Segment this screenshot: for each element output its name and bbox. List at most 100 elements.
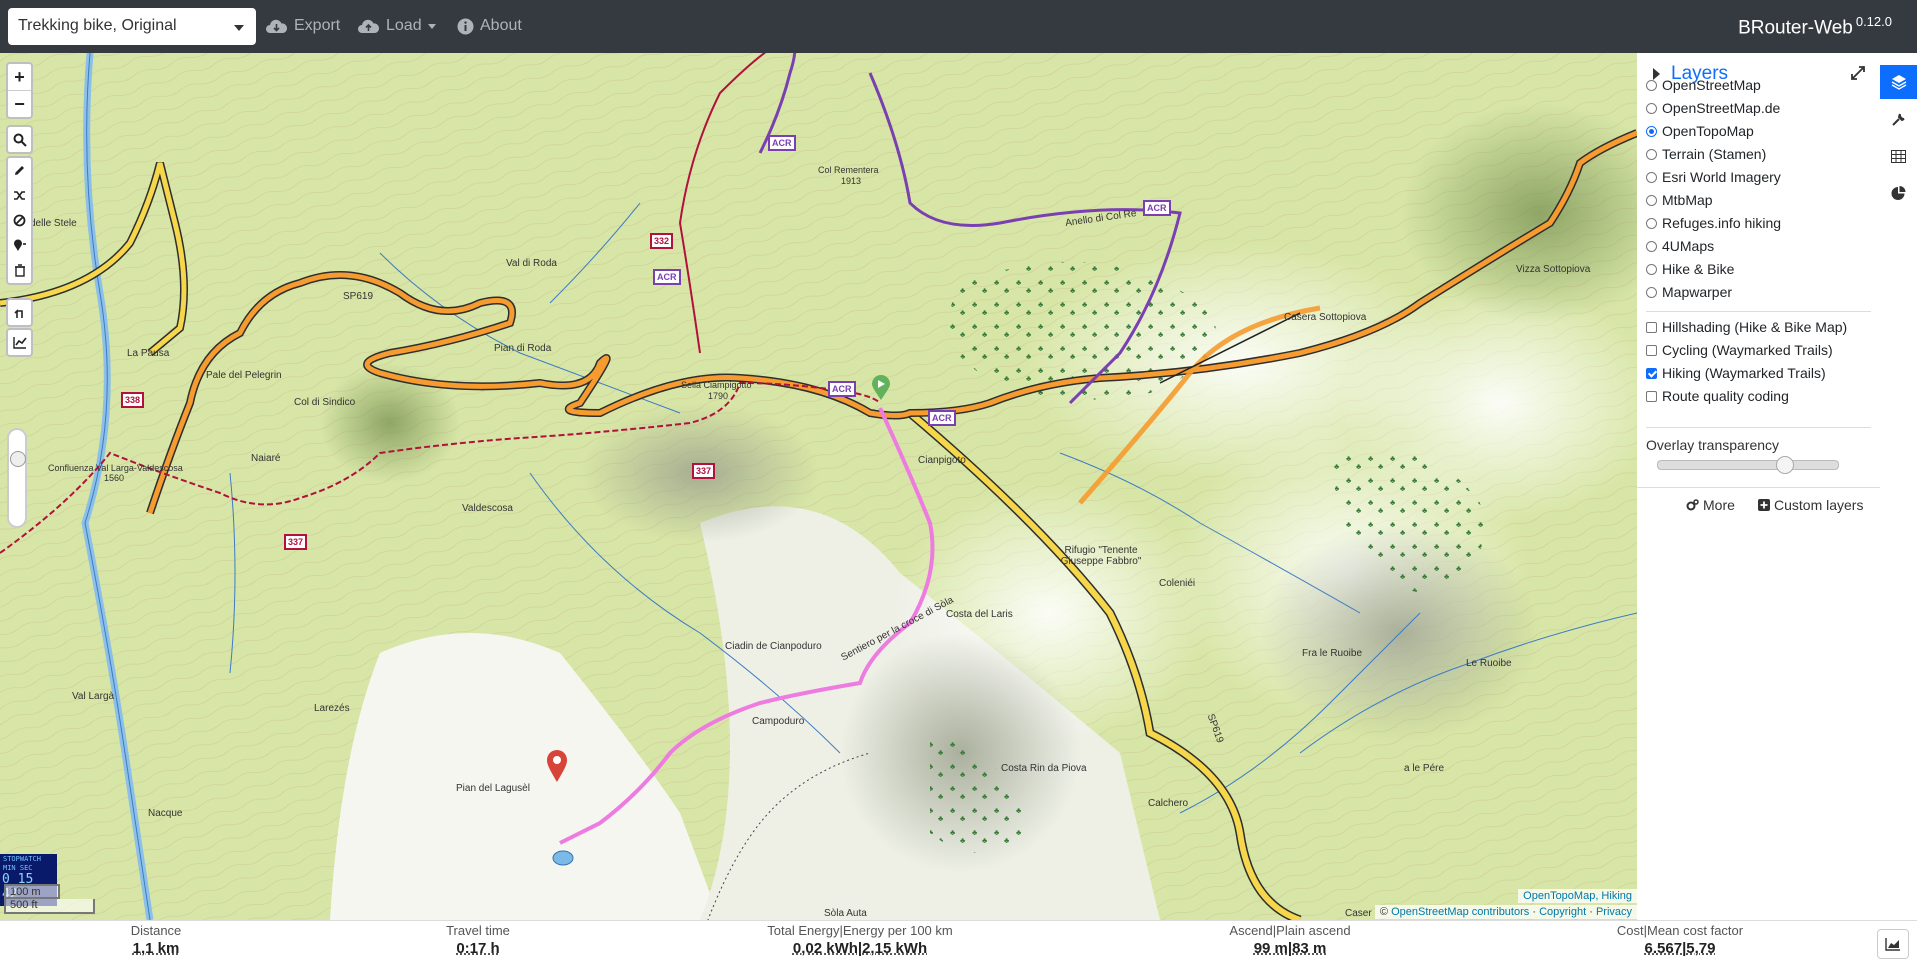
about-label: About — [480, 17, 522, 34]
map-label-le-ruoibe: Le Ruoibe — [1466, 658, 1512, 669]
map-canvas[interactable]: ♣ ♣ — [0, 53, 1637, 920]
area-chart-icon — [1885, 938, 1900, 951]
overlay-option-route-quality[interactable]: Route quality coding — [1646, 387, 1789, 405]
map-label-pian-di-roda: Pian di Roda — [494, 343, 552, 354]
layer-option-4umaps[interactable]: 4UMaps — [1646, 237, 1714, 255]
route-shield-337: 337 — [692, 463, 716, 479]
overlay-option-hiking[interactable]: Hiking (Waymarked Trails) — [1646, 364, 1826, 382]
custom-layers-button[interactable]: Custom layers — [1758, 497, 1863, 513]
overlay-label: Hillshading (Hike & Bike Map) — [1662, 319, 1848, 335]
radio-button[interactable] — [1646, 102, 1657, 114]
overlay-option-cycling[interactable]: Cycling (Waymarked Trails) — [1646, 341, 1833, 359]
layer-option-mapwarper[interactable]: Mapwarper — [1646, 283, 1732, 301]
cloud-upload-icon — [358, 19, 380, 33]
zoom-control: + − — [6, 62, 33, 119]
no-go-area-button[interactable] — [8, 208, 31, 233]
layer-label: Mapwarper — [1662, 284, 1733, 300]
reverse-button[interactable] — [8, 300, 31, 325]
expand-icon[interactable] — [1850, 65, 1866, 81]
attribution-opentopomap-link[interactable]: OpenTopoMap, Hiking — [1523, 890, 1632, 902]
more-layers-button[interactable]: More — [1686, 497, 1735, 513]
search-button[interactable] — [8, 127, 31, 152]
profile-select-value: Trekking bike, Original — [18, 17, 177, 34]
elevation-chart-button[interactable] — [8, 330, 31, 355]
map-label-confluenza: Confluenza Val Larga-Valdescosa — [48, 463, 183, 473]
layer-option-esri-world-imagery[interactable]: Esri World Imagery — [1646, 168, 1781, 186]
opacity-slider-vertical[interactable] — [7, 428, 27, 528]
map-label-naiare: Naiaré — [251, 453, 281, 464]
radio-button[interactable] — [1646, 286, 1657, 298]
map-label-sella-ciampigotto: Sella Ciampigotto — [681, 380, 752, 390]
draw-route-button[interactable] — [8, 158, 31, 183]
privacy-link[interactable]: Privacy — [1596, 906, 1632, 918]
overlay-option-hillshading[interactable]: Hillshading (Hike & Bike Map) — [1646, 318, 1847, 336]
tab-analysis[interactable] — [1880, 176, 1917, 210]
radio-button[interactable] — [1646, 217, 1657, 229]
map-label-vizza-sottopiova: Vizza Sottopiova — [1516, 264, 1591, 275]
radio-button[interactable] — [1646, 171, 1657, 183]
osm-contributors-link[interactable]: OpenStreetMap contributors — [1391, 906, 1529, 918]
checkbox[interactable] — [1646, 390, 1657, 402]
radio-button[interactable] — [1646, 194, 1657, 206]
topo-map-background: ♣ ♣ — [0, 53, 1637, 920]
layer-option-openstreetmap[interactable]: OpenStreetMap — [1646, 76, 1761, 94]
map-label-ciadin: Ciadin de Cianpoduro — [725, 641, 822, 652]
mean-cost-factor-value: 5,79 — [1686, 940, 1716, 957]
stat-value: 0,02 kWh|2,15 kWh — [760, 940, 960, 957]
layer-option-refuges-info[interactable]: Refuges.info hiking — [1646, 214, 1781, 232]
map-label-coleniei: Coleniéi — [1159, 578, 1196, 589]
trash-icon — [14, 264, 25, 277]
copyright-link[interactable]: Copyright — [1539, 906, 1586, 918]
tab-profile-settings[interactable] — [1880, 102, 1917, 136]
about-link[interactable]: About — [457, 14, 522, 38]
elevation-toggle-button[interactable] — [1877, 929, 1909, 959]
radio-button[interactable] — [1646, 79, 1657, 91]
profile-select[interactable]: Trekking bike, Original — [8, 8, 256, 45]
checkbox[interactable] — [1646, 344, 1657, 356]
zoom-in-button[interactable]: + — [8, 64, 31, 90]
layers-divider — [1646, 311, 1871, 312]
reverse-route-button[interactable] — [8, 183, 31, 208]
radio-button-selected[interactable] — [1646, 125, 1657, 137]
map-label-sp619: SP619 — [343, 291, 374, 302]
layer-option-opentopomap[interactable]: OpenTopoMap — [1646, 122, 1754, 140]
export-menu[interactable]: Export — [265, 14, 340, 38]
radio-button[interactable] — [1646, 148, 1657, 160]
layer-option-openstreetmap-de[interactable]: OpenStreetMap.de — [1646, 99, 1780, 117]
checkbox[interactable] — [1646, 321, 1657, 333]
layer-option-mtbmap[interactable]: MtbMap — [1646, 191, 1713, 209]
distance-value: 1,1 km — [132, 940, 180, 957]
custom-layers-label: Custom layers — [1774, 497, 1864, 513]
layer-label: Terrain (Stamen) — [1662, 146, 1767, 162]
route-shield-338: 338 — [121, 392, 145, 408]
stat-label: Distance — [130, 923, 182, 938]
route-start-marker-icon[interactable] — [871, 375, 891, 401]
tab-layers[interactable] — [1880, 65, 1917, 99]
overlay-label: Route quality coding — [1662, 388, 1789, 404]
map-label-caser: Caser — [1345, 908, 1372, 919]
delete-route-button[interactable] — [8, 258, 31, 283]
brand-name: BRouter-Web — [1738, 17, 1853, 39]
tab-data-table[interactable] — [1880, 139, 1917, 173]
load-menu[interactable]: Load — [357, 14, 436, 38]
route-end-marker-icon[interactable] — [546, 749, 568, 783]
plus-square-icon — [1758, 499, 1770, 511]
layers-icon — [1891, 75, 1906, 90]
delete-waypoint-button[interactable] — [8, 233, 31, 258]
radio-button[interactable] — [1646, 263, 1657, 275]
radio-button[interactable] — [1646, 240, 1657, 252]
search-icon — [13, 133, 27, 147]
layer-option-terrain-stamen[interactable]: Terrain (Stamen) — [1646, 145, 1766, 163]
checkbox-checked[interactable] — [1646, 367, 1657, 379]
map-label-val-larga: Val Largà — [72, 691, 115, 702]
total-energy-value: 0,02 kWh — [792, 940, 858, 957]
load-label: Load — [386, 17, 422, 34]
zoom-out-button[interactable]: − — [8, 90, 31, 117]
layer-label: MtbMap — [1662, 192, 1713, 208]
map-label-calchero: Calchero — [1148, 798, 1189, 809]
layer-option-hike-bike[interactable]: Hike & Bike — [1646, 260, 1734, 278]
slider-knob[interactable] — [1776, 456, 1794, 474]
overlay-transparency-slider[interactable] — [1657, 456, 1839, 474]
route-shield-acr: ACR — [928, 410, 956, 426]
opacity-slider-thumb[interactable] — [10, 451, 26, 467]
